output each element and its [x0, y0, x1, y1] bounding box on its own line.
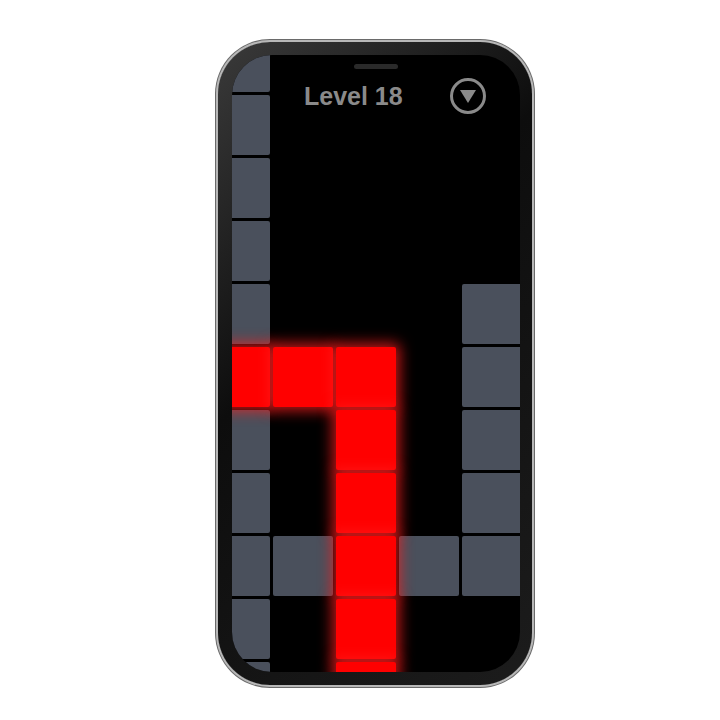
empty-cell[interactable] [399, 410, 459, 470]
empty-cell[interactable] [273, 221, 333, 281]
empty-cell[interactable] [462, 662, 520, 672]
lit-cell [336, 347, 396, 407]
board-row [232, 599, 520, 659]
wall-cell [232, 221, 270, 281]
page: Level 18 [0, 0, 720, 720]
empty-cell[interactable] [273, 662, 333, 672]
board-row [232, 284, 520, 344]
empty-cell[interactable] [336, 221, 396, 281]
wall-cell [232, 536, 270, 596]
wall-cell [232, 410, 270, 470]
empty-cell[interactable] [273, 158, 333, 218]
lit-cell [336, 410, 396, 470]
menu-down-icon [449, 77, 487, 115]
wall-cell [462, 473, 520, 533]
empty-cell[interactable] [462, 221, 520, 281]
empty-cell[interactable] [273, 410, 333, 470]
board-row [232, 347, 520, 407]
wall-cell [232, 55, 270, 92]
game-screen: Level 18 [232, 55, 520, 672]
game-board [232, 55, 520, 672]
wall-cell [462, 410, 520, 470]
wall-cell [462, 536, 520, 596]
wall-cell [462, 347, 520, 407]
empty-cell[interactable] [399, 662, 459, 672]
wall-cell [462, 284, 520, 344]
empty-cell[interactable] [273, 599, 333, 659]
empty-cell[interactable] [462, 95, 520, 155]
lit-cell [273, 347, 333, 407]
empty-cell[interactable] [273, 473, 333, 533]
wall-cell [232, 599, 270, 659]
lit-cell [336, 599, 396, 659]
lit-cell [232, 347, 270, 407]
empty-cell[interactable] [399, 158, 459, 218]
empty-cell[interactable] [336, 158, 396, 218]
empty-cell[interactable] [336, 284, 396, 344]
empty-cell[interactable] [462, 55, 520, 92]
empty-cell[interactable] [399, 599, 459, 659]
board-row [232, 662, 520, 672]
board-row [232, 536, 520, 596]
empty-cell[interactable] [399, 347, 459, 407]
wall-cell [232, 95, 270, 155]
phone-frame: Level 18 [218, 42, 532, 685]
wall-cell [273, 536, 333, 596]
speaker-grille [354, 64, 398, 69]
level-header: Level 18 [232, 77, 520, 115]
wall-cell [232, 158, 270, 218]
lit-cell [336, 662, 396, 672]
wall-cell [232, 662, 270, 672]
empty-cell[interactable] [399, 284, 459, 344]
lit-cell [336, 536, 396, 596]
empty-cell[interactable] [399, 221, 459, 281]
lit-cell [336, 473, 396, 533]
wall-cell [232, 473, 270, 533]
wall-cell [399, 536, 459, 596]
level-title: Level 18 [304, 82, 403, 111]
menu-button[interactable] [449, 77, 487, 115]
empty-cell[interactable] [399, 473, 459, 533]
board-row [232, 221, 520, 281]
board-row [232, 410, 520, 470]
empty-cell[interactable] [399, 55, 459, 92]
empty-cell[interactable] [462, 158, 520, 218]
wall-cell [232, 284, 270, 344]
empty-cell[interactable] [399, 95, 459, 155]
board-row [232, 158, 520, 218]
empty-cell[interactable] [462, 599, 520, 659]
board-row [232, 473, 520, 533]
empty-cell[interactable] [273, 284, 333, 344]
